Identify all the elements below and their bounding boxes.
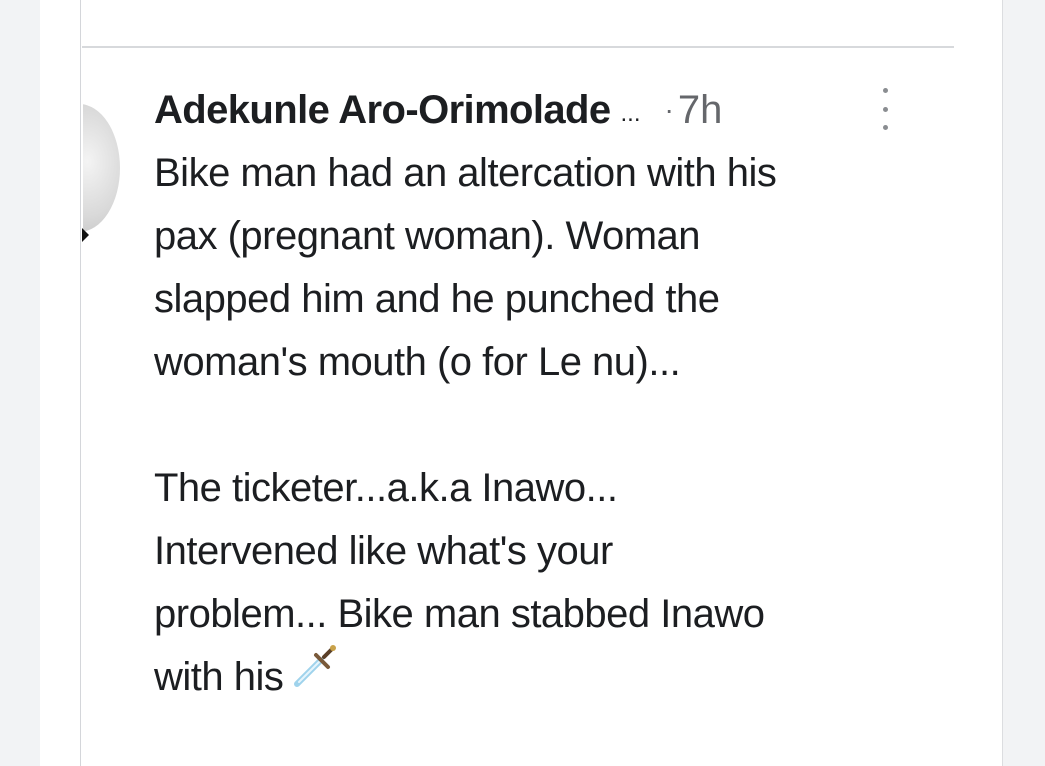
right-gutter [1003,0,1045,766]
dagger-icon [291,642,339,709]
comment-body: Bike man had an altercation with his pax… [154,142,944,713]
comment-header: Adekunle Aro-Orimolade ... · 7h [154,84,722,136]
author-name[interactable]: Adekunle Aro-Orimolade [154,88,611,133]
name-truncation: ... [620,100,641,127]
body-line-text: with his [154,655,284,700]
thread-line [80,0,81,766]
body-line: Intervened like what's your [154,529,613,573]
timestamp[interactable]: 7h [678,88,723,133]
body-line: pax (pregnant woman). Woman [154,214,701,258]
body-line: problem... Bike man stabbed Inawo [154,592,765,636]
body-line: slapped him and he punched the [154,277,720,321]
body-line: The ticketer...a.k.a Inawo... [154,466,618,510]
left-gutter [0,0,40,766]
time-separator: · [664,94,674,125]
avatar-badge-icon [82,228,89,242]
more-options-icon[interactable] [878,88,892,130]
body-line: Bike man had an altercation with his [154,151,777,195]
card-right-border [1002,0,1003,766]
body-line: woman's mouth (o for Le nu)... [154,340,681,384]
body-line-last: with his [154,645,944,713]
comment-divider [82,46,954,48]
